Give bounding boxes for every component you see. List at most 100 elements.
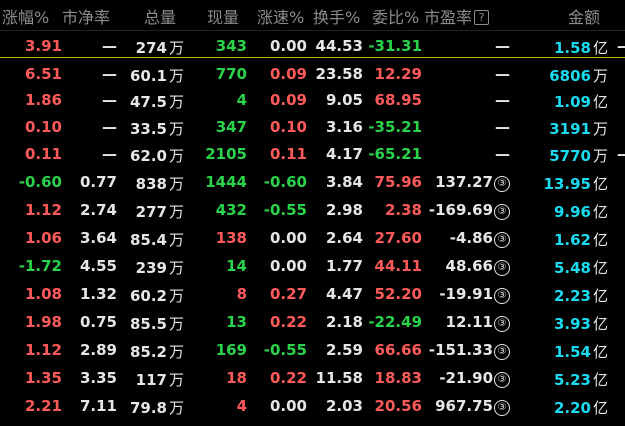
pe-ratio-value: — <box>495 37 510 55</box>
cell-current-volume: 18 <box>226 369 247 387</box>
table-row[interactable]: -0.60 0.77 838 万 1444 -0.60 3.84 75.96 137.27 ③ 13… <box>0 170 625 196</box>
pe-ratio-value: — <box>495 91 510 109</box>
table-row[interactable]: 6.51—60.1 万 770 0.09 23.58 12.29—6806 万 <box>0 62 625 88</box>
table-row[interactable]: 0.11—62.0万21050.114.17-65.21—5770万— <box>0 142 625 168</box>
cell-speed-pct: 0.09 <box>269 91 307 109</box>
cell-pe-ratio: -19.91 ③ <box>439 285 510 304</box>
header-pe-ratio[interactable]: 市盈率? <box>424 4 490 28</box>
cell-turnover-pct: 3.84 <box>325 173 363 191</box>
cell-bid-ratio-pct: -35.21 <box>368 118 422 136</box>
amount-unit: 亿 <box>592 287 608 305</box>
amount-value: 5.23 <box>553 371 591 389</box>
total-volume-unit: 万 <box>168 175 184 193</box>
table-row[interactable]: 1.12 2.74 277 万 432 -0.55 2.98 2.38 -169.69 ③ 9.96… <box>0 198 625 224</box>
cell-turnover-pct: 11.58 <box>315 369 363 387</box>
table-row[interactable]: 3.91 — 274万 343 0.00 44.53 -31.31 — 1.58亿 — <box>0 34 625 60</box>
pe-ratio-marker: ③ <box>494 288 510 304</box>
total-volume-value: 117 <box>135 371 167 389</box>
total-volume-unit: 万 <box>168 399 184 417</box>
cell-amount: 2.20 亿 <box>554 397 608 418</box>
total-volume-unit: 万 <box>168 39 184 57</box>
total-volume-value: 33.5 <box>129 120 167 138</box>
cell-pb-ratio: 3.64 <box>79 229 117 247</box>
cell-amount: 1.09 亿 <box>554 91 608 112</box>
cell-speed-pct: -0.55 <box>263 341 307 359</box>
cell-speed-pct: 0.27 <box>269 285 307 303</box>
pe-ratio-value: -169.69 <box>428 201 493 219</box>
total-volume-unit: 万 <box>168 147 184 165</box>
cell-current-volume: 8 <box>236 285 247 303</box>
header-pb-ratio[interactable]: 市净率 <box>62 4 110 28</box>
header-amount[interactable]: 金额 <box>568 4 600 28</box>
total-volume-unit: 万 <box>168 120 184 138</box>
table-row[interactable]: 0.10—33.5 万 347 0.10 3.16 -35.21—3191 万 <box>0 115 625 141</box>
cell-pb-ratio: 1.32 <box>79 285 117 303</box>
cell-change-pct: 6.51 <box>24 65 62 83</box>
amount-unit: 亿 <box>592 343 608 361</box>
table-row[interactable]: 1.12 2.89 85.2 万 169 -0.55 2.59 66.66 -151.33 ③ 1.… <box>0 338 625 364</box>
amount-unit: 亿 <box>592 315 608 333</box>
cell-amount: 5770 万 <box>549 145 608 166</box>
table-header: 涨幅% 市净率 总量 现量 涨速% 换手% 委比% 市盈率? 金额 <box>0 0 625 31</box>
total-volume-value: 60.2 <box>129 287 167 305</box>
header-bid-ratio-pct[interactable]: 委比% <box>372 4 419 28</box>
header-total-volume[interactable]: 总量 <box>144 4 176 28</box>
header-turnover-pct[interactable]: 换手% <box>313 4 360 28</box>
cell-total-volume: 79.8 万 <box>130 397 184 418</box>
amount-value: 5770 <box>549 147 591 165</box>
cell-speed-pct: -0.60 <box>263 173 307 191</box>
table-row[interactable]: 1.86 — 47.5 万 4 0.09 9.05 68.95 — 1.09 亿 <box>0 88 625 114</box>
total-volume-value: 85.5 <box>129 315 167 333</box>
table-row[interactable]: 1.98 0.75 85.5 万 13 0.22 2.18 -22.49 12.11 ③ 3.93 亿 <box>0 310 625 336</box>
amount-unit: 亿 <box>592 203 608 221</box>
cell-change-pct: 1.06 <box>24 229 62 247</box>
cell-turnover-pct: 2.03 <box>325 397 363 415</box>
header-change-pct[interactable]: 涨幅% <box>2 4 49 28</box>
cell-total-volume: 62.0 万 <box>130 145 184 166</box>
table-row[interactable]: 1.06 3.64 85.4 万 138 0.00 2.64 27.60 -4.86 ③ 1.62 亿 <box>0 226 625 252</box>
amount-unit: 万 <box>592 67 608 85</box>
table-row[interactable]: 1.35 3.35 117 万 18 0.22 11.58 18.83 -21.90 ③ 5.23 亿 <box>0 366 625 392</box>
cell-total-volume: 85.4 万 <box>130 229 184 250</box>
table-row[interactable]: -1.72 4.55 239 万 14 0.00 1.77 44.11 48.66 ③ 5.48 亿 <box>0 254 625 280</box>
cell-amount: 3.93 亿 <box>554 313 608 334</box>
pe-ratio-marker: ③ <box>494 344 510 360</box>
total-volume-value: 79.8 <box>129 399 167 417</box>
pe-ratio-value: — <box>495 65 510 83</box>
cell-total-volume: 60.2 万 <box>130 285 184 306</box>
cell-amount: 3191 万 <box>549 118 608 139</box>
pe-ratio-value: -4.86 <box>449 229 493 247</box>
cell-total-volume: 85.2 万 <box>130 341 184 362</box>
amount-value: 1.62 <box>553 231 591 249</box>
amount-unit: 亿 <box>592 39 608 57</box>
cell-turnover-pct: 4.17 <box>325 145 363 163</box>
total-volume-unit: 万 <box>168 343 184 361</box>
cell-total-volume: 60.1 万 <box>130 65 184 86</box>
amount-unit: 亿 <box>592 259 608 277</box>
cell-amount: 6806 万 <box>549 65 608 86</box>
cell-total-volume: 117 万 <box>136 369 184 390</box>
cell-speed-pct: 0.22 <box>269 313 307 331</box>
cell-bid-ratio-pct: 52.20 <box>374 285 422 303</box>
cell-pe-ratio: -151.33 ③ <box>429 341 510 360</box>
cell-bid-ratio-pct: 12.29 <box>374 65 422 83</box>
cell-total-volume: 33.5 万 <box>130 118 184 139</box>
cell-pe-ratio: -169.69 ③ <box>429 201 510 220</box>
help-icon[interactable]: ? <box>474 10 490 25</box>
cell-pb-ratio: — <box>102 118 117 136</box>
header-pe-label[interactable]: 市盈率 <box>424 8 472 27</box>
header-speed-pct[interactable]: 涨速% <box>257 4 304 28</box>
cell-pb-ratio: 4.55 <box>79 257 117 275</box>
total-volume-value: 239 <box>135 259 167 277</box>
cell-total-volume: 239 万 <box>136 257 184 278</box>
table-row[interactable]: 2.21 7.11 79.8 万 4 0.00 2.03 20.56 967.75 ③ 2.20 亿 <box>0 394 625 420</box>
header-current-volume[interactable]: 现量 <box>207 4 239 28</box>
cell-speed-pct: -0.55 <box>263 201 307 219</box>
table-row[interactable]: 1.08 1.32 60.2 万 8 0.27 4.47 52.20 -19.91 ③ 2.23 亿 <box>0 282 625 308</box>
amount-value: 6806 <box>549 67 591 85</box>
amount-unit: 亿 <box>592 93 608 111</box>
cell-speed-pct: 0.00 <box>269 37 307 55</box>
cell-change-pct: 0.10 <box>24 118 62 136</box>
cell-amount: 9.96 亿 <box>554 201 608 222</box>
pe-ratio-value: 137.27 <box>435 173 493 191</box>
